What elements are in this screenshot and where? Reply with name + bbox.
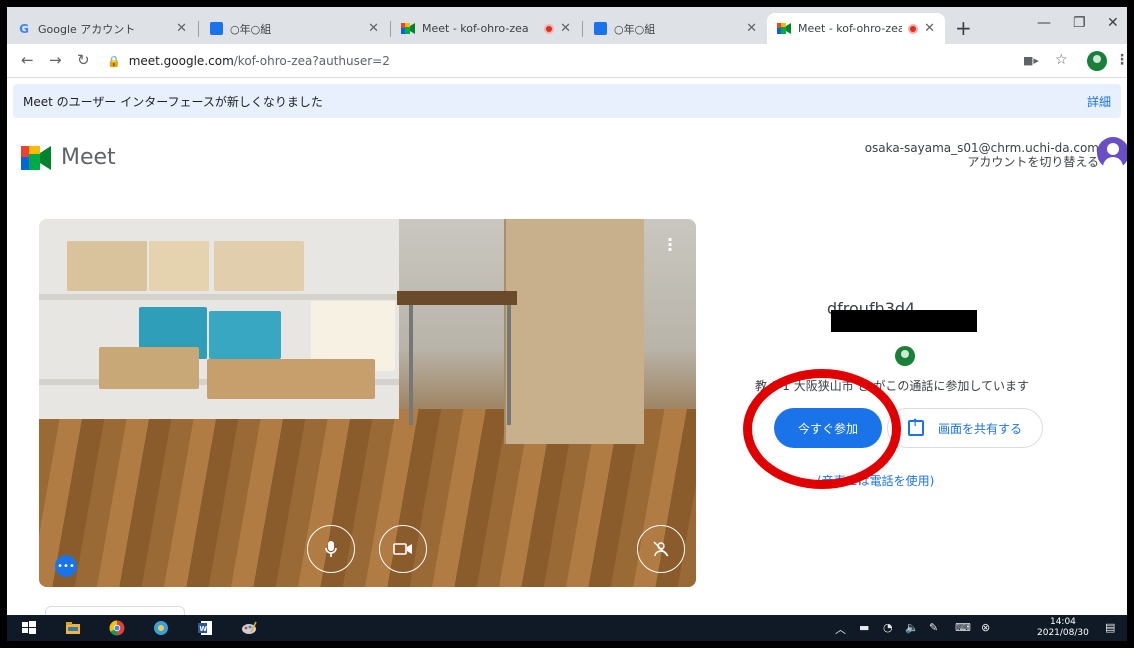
new-ui-banner: Meet のユーザー インターフェースが新しくなりました 詳細 (13, 84, 1121, 118)
close-icon[interactable]: ✕ (746, 21, 757, 36)
restore-icon[interactable]: ❐ (1073, 15, 1086, 31)
camera-toggle-button[interactable] (379, 525, 427, 573)
tab-classroom[interactable]: ○年○組 ✕ (583, 13, 767, 44)
classroom-icon (209, 22, 223, 36)
tray-expand-icon[interactable]: ︿ (835, 621, 846, 637)
camera-in-use-icon[interactable]: ■▸ (1023, 54, 1039, 67)
clock-date: 2021/08/30 (1037, 628, 1089, 638)
use-phone-audio-link[interactable]: (音声には電話を使用) (817, 472, 934, 489)
volume-icon[interactable]: 🔈 (905, 621, 919, 634)
chrome-icon[interactable] (109, 620, 125, 636)
tab-title: ○年○組 (614, 22, 656, 36)
app-name: Meet (61, 145, 116, 170)
new-tab-icon[interactable]: + (955, 16, 972, 40)
google-g-icon: G (19, 21, 29, 36)
chrome-menu-icon[interactable]: ⋮ (1115, 52, 1127, 68)
video-desk-leg (507, 305, 511, 425)
recording-indicator-icon (908, 23, 919, 34)
tab-classroom[interactable]: ○年○組 ✕ (199, 13, 389, 44)
paint-icon[interactable] (241, 620, 257, 636)
video-box (207, 359, 375, 399)
redaction-bar (831, 310, 977, 332)
banner-details-link[interactable]: 詳細 (1087, 93, 1111, 110)
meet-icon (777, 22, 791, 36)
video-shelf-board (39, 294, 399, 300)
join-now-button[interactable]: 今すぐ参加 (774, 408, 882, 448)
video-box (214, 241, 304, 291)
minimize-icon[interactable]: — (1037, 15, 1051, 31)
browser-toolbar: ← → ↻ 🔒 meet.google.com/kof-ohro-zea?aut… (7, 44, 1127, 78)
video-desk (397, 291, 517, 305)
video-desk-leg (409, 305, 413, 425)
window-close-icon[interactable]: ✕ (1107, 15, 1119, 31)
close-icon[interactable]: ✕ (560, 21, 571, 36)
windows-start-icon[interactable] (21, 620, 37, 636)
close-icon[interactable]: ✕ (368, 21, 379, 36)
account-email: osaka-sayama_s01@chrm.uchi-da.com (864, 141, 1099, 155)
bookmark-star-icon[interactable]: ☆ (1055, 52, 1068, 68)
ime-off-icon[interactable]: ⊗ (981, 621, 990, 634)
tab-title: Meet - kof-ohro-zea (422, 22, 529, 35)
word-icon[interactable]: W (197, 620, 213, 636)
keyboard-icon[interactable]: ⌨ (955, 621, 971, 634)
tab-google-account[interactable]: G Google アカウント ✕ (7, 13, 197, 44)
microphone-icon (325, 541, 337, 557)
network-icon[interactable]: ▬ (859, 621, 869, 634)
screen: G Google アカウント ✕ ○年○組 ✕ Meet - kof-ohro-… (7, 7, 1127, 641)
meet-logo[interactable]: Meet (21, 145, 116, 170)
tab-meet-active[interactable]: Meet - kof-ohro-zea ✕ (767, 13, 945, 44)
banner-message: Meet のユーザー インターフェースが新しくなりました (23, 94, 323, 109)
wifi-icon[interactable]: ◔ (883, 621, 893, 634)
close-icon[interactable]: ✕ (924, 21, 935, 36)
account-avatar[interactable] (1097, 137, 1127, 169)
url-path: /kof-ohro-zea?authuser=2 (233, 54, 390, 68)
classroom-icon (593, 22, 607, 36)
back-arrow-icon[interactable]: ← (21, 51, 34, 69)
participants-message: 教 0 1 大阪狭山市 さ がこの通話に参加しています (755, 379, 1029, 393)
url-host: meet.google.com (128, 54, 234, 68)
present-screen-icon (907, 418, 924, 436)
svg-text:W: W (199, 625, 207, 633)
close-icon[interactable]: ✕ (176, 21, 187, 36)
more-menu-icon[interactable]: ••• (55, 555, 77, 577)
forward-arrow-icon[interactable]: → (49, 51, 62, 69)
meet-icon (401, 22, 415, 36)
share-screen-button[interactable]: 画面を共有する (887, 408, 1043, 448)
participant-avatar (895, 346, 915, 366)
tab-strip: G Google アカウント ✕ ○年○組 ✕ Meet - kof-ohro-… (7, 7, 1127, 44)
video-box (99, 347, 199, 389)
recording-indicator-icon (544, 23, 555, 34)
microphone-toggle-button[interactable] (307, 525, 355, 573)
video-preview: · · · ••• (39, 219, 696, 587)
file-explorer-icon[interactable] (65, 620, 81, 636)
meet-icon (21, 145, 51, 170)
clock-time: 14:04 (1049, 617, 1076, 627)
notifications-icon[interactable]: ▤ (1105, 621, 1115, 634)
lock-icon: 🔒 (107, 54, 121, 68)
video-cardboard-stack (504, 219, 644, 444)
account-info: osaka-sayama_s01@chrm.uchi-da.com アカウントを… (865, 141, 1099, 169)
tab-title: ○年○組 (230, 22, 272, 36)
system-clock[interactable]: 14:04 2021/08/30 (1037, 617, 1089, 639)
tab-meet[interactable]: Meet - kof-ohro-zea ✕ (391, 13, 581, 44)
video-box (67, 241, 147, 291)
switch-account-link[interactable]: アカウントを切り替える (865, 155, 1099, 169)
video-box (149, 241, 209, 291)
browser-profile-avatar[interactable] (1087, 51, 1107, 71)
share-screen-label: 画面を共有する (937, 421, 1022, 436)
visual-effects-button[interactable] (637, 525, 685, 573)
windows-taskbar: W ︿ ▬ ◔ 🔈 ✎ ⌨ ⊗ 14:04 2021/08/30 ▤ (7, 615, 1127, 641)
browser-app-icon[interactable] (153, 620, 169, 636)
more-options-icon[interactable]: · · · (667, 232, 673, 258)
visual-effects-icon (653, 541, 669, 557)
pen-icon[interactable]: ✎ (929, 621, 938, 634)
tab-title: Meet - kof-ohro-zea (798, 22, 903, 35)
camera-icon (393, 543, 412, 555)
tab-title: Google アカウント (38, 22, 136, 36)
reload-icon[interactable]: ↻ (77, 51, 90, 69)
video-box (209, 311, 281, 359)
address-bar[interactable]: 🔒 meet.google.com/kof-ohro-zea?authuser=… (107, 49, 997, 73)
